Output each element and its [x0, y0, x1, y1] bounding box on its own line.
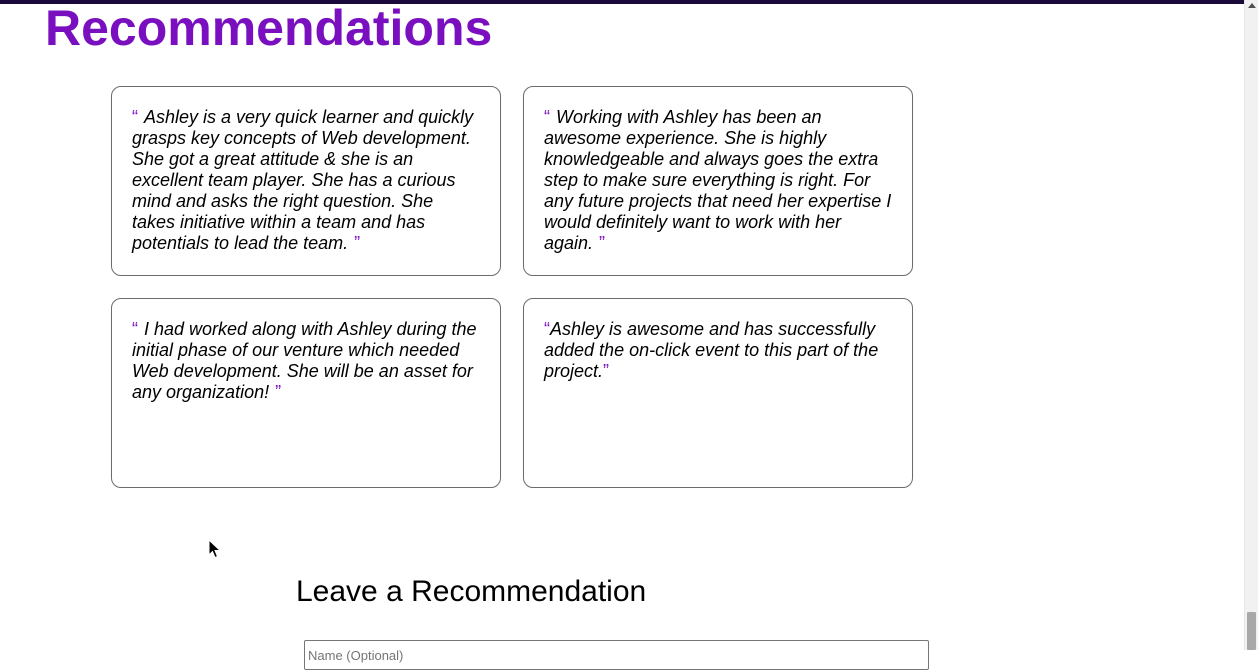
leave-recommendation-title: Leave a Recommendation	[296, 575, 647, 608]
recommendation-card: “I had worked along with Ashley during t…	[111, 298, 501, 488]
page-title: Recommendations	[45, 0, 493, 56]
recommendation-body: I had worked along with Ashley during th…	[132, 319, 477, 402]
recommendation-text: “Ashley is awesome and has successfully …	[544, 319, 892, 382]
scroll-up-arrow-icon[interactable]	[1248, 3, 1256, 8]
open-quote-icon: “	[544, 107, 550, 127]
recommendation-body: Working with Ashley has been an awesome …	[544, 107, 892, 253]
close-quote-icon: ”	[354, 233, 361, 253]
open-quote-icon: “	[132, 107, 138, 127]
recommendation-text: “I had worked along with Ashley during t…	[132, 319, 480, 403]
recommendation-text: “Ashley is a very quick learner and quic…	[132, 107, 480, 254]
arrow-cursor-icon	[208, 539, 222, 559]
recommendation-card: “Ashley is a very quick learner and quic…	[111, 86, 501, 276]
close-quote-icon: ”	[275, 382, 282, 402]
scrollbar-thumb[interactable]	[1247, 612, 1256, 650]
recommendation-text: “Working with Ashley has been an awesome…	[544, 107, 892, 254]
vertical-scrollbar[interactable]	[1244, 0, 1258, 650]
recommendation-body: Ashley is awesome and has successfully a…	[544, 319, 879, 381]
close-quote-icon: ”	[603, 361, 610, 381]
open-quote-icon: “	[132, 319, 138, 339]
name-input[interactable]	[304, 640, 929, 670]
recommendation-card: “Ashley is awesome and has successfully …	[523, 298, 913, 488]
recommendation-body: Ashley is a very quick learner and quick…	[132, 107, 474, 253]
recommendation-card: “Working with Ashley has been an awesome…	[523, 86, 913, 276]
close-quote-icon: ”	[599, 233, 606, 253]
